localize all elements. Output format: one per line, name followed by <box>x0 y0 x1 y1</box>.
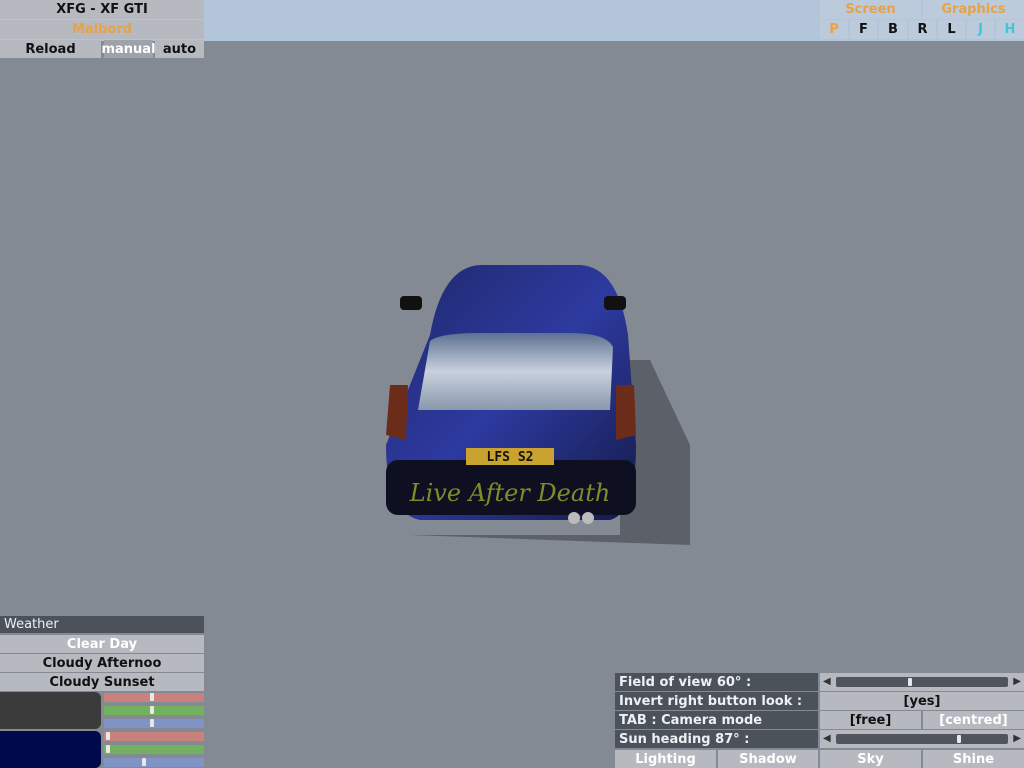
right-mirror <box>604 296 626 310</box>
graphics-tab[interactable]: Graphics <box>923 0 1024 19</box>
view-button-l[interactable]: L <box>938 20 965 39</box>
sun-slider-row: ◀ ▶ <box>820 730 1024 748</box>
ambient-red-slider[interactable] <box>104 693 204 702</box>
sun-slider[interactable] <box>836 734 1008 744</box>
sun-left-arrow-icon[interactable]: ◀ <box>823 733 831 744</box>
sky-blue-knob[interactable] <box>142 758 146 766</box>
weather-option-cloudy-sunset[interactable]: Cloudy Sunset <box>0 673 204 691</box>
left-mirror <box>400 296 422 310</box>
weather-option-cloudy-afternoon[interactable]: Cloudy Afternoo <box>0 654 204 672</box>
view-button-b[interactable]: B <box>879 20 907 39</box>
weather-option-clear-day[interactable]: Clear Day <box>0 635 204 653</box>
car-viewport[interactable]: LFS S2 Live After Death <box>370 245 710 565</box>
tab-sky[interactable]: Sky <box>820 750 921 768</box>
sky-red-knob[interactable] <box>106 732 110 740</box>
ambient-blue-slider[interactable] <box>104 719 204 728</box>
view-button-h[interactable]: H <box>996 20 1024 39</box>
exhaust-left <box>568 512 580 524</box>
sky-green-slider[interactable] <box>104 745 204 754</box>
tab-lighting[interactable]: Lighting <box>615 750 716 768</box>
ambient-green-knob[interactable] <box>150 706 154 714</box>
exhaust-right <box>582 512 594 524</box>
sky-red-slider[interactable] <box>104 732 204 741</box>
fov-left-arrow-icon[interactable]: ◀ <box>823 676 831 687</box>
reload-button[interactable]: Reload <box>0 40 101 58</box>
manual-button[interactable]: manual <box>101 40 156 58</box>
ambient-blue-knob[interactable] <box>150 719 154 727</box>
camera-mode-label: TAB : Camera mode <box>615 711 818 729</box>
sky-color-swatch[interactable] <box>0 731 101 768</box>
invert-look-label: Invert right button look : <box>615 692 818 710</box>
invert-look-toggle[interactable]: [yes] <box>820 692 1024 710</box>
view-button-j[interactable]: J <box>967 20 994 39</box>
ambient-color-swatch[interactable] <box>0 692 101 729</box>
view-button-f[interactable]: F <box>850 20 877 39</box>
left-taillight <box>386 385 408 440</box>
sun-right-arrow-icon[interactable]: ▶ <box>1013 733 1021 744</box>
screen-tab[interactable]: Screen <box>820 0 921 19</box>
fov-right-arrow-icon[interactable]: ▶ <box>1013 676 1021 687</box>
fov-label: Field of view 60° : <box>615 673 818 691</box>
sun-slider-knob[interactable] <box>957 735 961 743</box>
skin-name[interactable]: Malbord <box>0 20 204 39</box>
sky-green-knob[interactable] <box>106 745 110 753</box>
fov-slider-row: ◀ ▶ <box>820 673 1024 691</box>
tab-shine[interactable]: Shine <box>923 750 1024 768</box>
plate-text: LFS S2 <box>487 450 534 465</box>
auto-button[interactable]: auto <box>155 40 204 58</box>
fov-slider-knob[interactable] <box>908 678 912 686</box>
view-button-p[interactable]: P <box>820 20 848 39</box>
sun-heading-label: Sun heading 87° : <box>615 730 818 748</box>
bumper-text: Live After Death <box>409 479 611 507</box>
view-button-r[interactable]: R <box>909 20 936 39</box>
tab-shadow[interactable]: Shadow <box>718 750 818 768</box>
camera-mode-free-button[interactable]: [free] <box>820 711 921 729</box>
right-taillight <box>616 385 636 440</box>
ambient-green-slider[interactable] <box>104 706 204 715</box>
sky-blue-slider[interactable] <box>104 758 204 767</box>
ambient-red-knob[interactable] <box>150 693 154 701</box>
fov-slider[interactable] <box>836 677 1008 687</box>
weather-title: Weather <box>0 616 204 633</box>
camera-mode-centred-button[interactable]: [centred] <box>923 711 1024 729</box>
rear-window <box>418 333 613 410</box>
car-title: XFG - XF GTI <box>0 0 204 19</box>
